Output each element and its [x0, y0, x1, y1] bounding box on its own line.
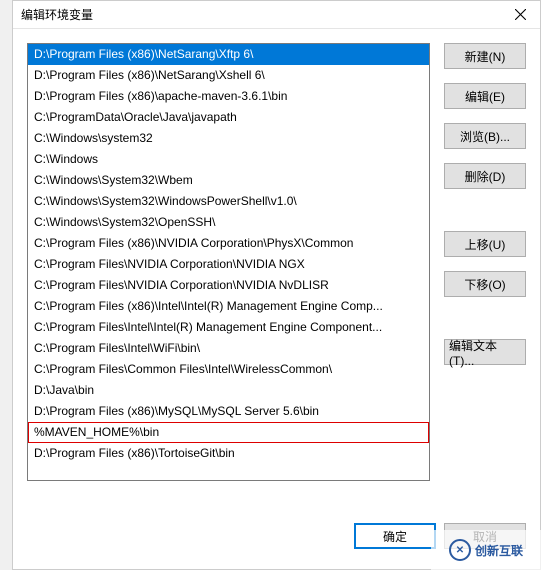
side-buttons: 新建(N) 编辑(E) 浏览(B)... 删除(D) 上移(U) 下移(O) 编… [444, 43, 526, 481]
dialog-footer: 确定 取消 [354, 523, 526, 549]
list-item[interactable]: C:\ProgramData\Oracle\Java\javapath [28, 107, 429, 128]
cancel-button[interactable]: 取消 [444, 523, 526, 549]
list-item[interactable]: C:\Program Files\Intel\WiFi\bin\ [28, 338, 429, 359]
list-item[interactable]: D:\Program Files (x86)\MySQL\MySQL Serve… [28, 401, 429, 422]
list-item[interactable]: C:\Program Files\NVIDIA Corporation\NVID… [28, 254, 429, 275]
list-item[interactable]: C:\Windows [28, 149, 429, 170]
list-item[interactable]: C:\Windows\System32\WindowsPowerShell\v1… [28, 191, 429, 212]
path-listbox[interactable]: D:\Program Files (x86)\NetSarang\Xftp 6\… [27, 43, 430, 481]
list-item[interactable]: C:\Program Files\Intel\Intel(R) Manageme… [28, 317, 429, 338]
list-item[interactable]: C:\Program Files\Common Files\Intel\Wire… [28, 359, 429, 380]
move-down-button[interactable]: 下移(O) [444, 271, 526, 297]
close-button[interactable] [500, 1, 540, 29]
list-item[interactable]: D:\Program Files (x86)\NetSarang\Xshell … [28, 65, 429, 86]
list-item[interactable]: D:\Program Files (x86)\NetSarang\Xftp 6\ [28, 44, 429, 65]
list-item[interactable]: D:\Java\bin [28, 380, 429, 401]
new-button[interactable]: 新建(N) [444, 43, 526, 69]
edit-button[interactable]: 编辑(E) [444, 83, 526, 109]
dialog-content: D:\Program Files (x86)\NetSarang\Xftp 6\… [13, 29, 540, 481]
move-up-button[interactable]: 上移(U) [444, 231, 526, 257]
titlebar: 编辑环境变量 [13, 1, 540, 29]
spacer [444, 203, 526, 217]
list-item[interactable]: C:\Windows\System32\OpenSSH\ [28, 212, 429, 233]
list-item[interactable]: C:\Program Files (x86)\Intel\Intel(R) Ma… [28, 296, 429, 317]
dialog-title: 编辑环境变量 [21, 6, 93, 23]
background-strip [0, 0, 12, 570]
ok-button[interactable]: 确定 [354, 523, 436, 549]
spacer [444, 311, 526, 325]
list-item[interactable]: %MAVEN_HOME%\bin [28, 422, 429, 443]
list-item[interactable]: C:\Program Files (x86)\NVIDIA Corporatio… [28, 233, 429, 254]
list-item[interactable]: C:\Windows\system32 [28, 128, 429, 149]
list-item[interactable]: C:\Program Files\NVIDIA Corporation\NVID… [28, 275, 429, 296]
edit-text-button[interactable]: 编辑文本(T)... [444, 339, 526, 365]
browse-button[interactable]: 浏览(B)... [444, 123, 526, 149]
delete-button[interactable]: 删除(D) [444, 163, 526, 189]
list-item[interactable]: D:\Program Files (x86)\apache-maven-3.6.… [28, 86, 429, 107]
list-item[interactable]: C:\Windows\System32\Wbem [28, 170, 429, 191]
list-item[interactable]: D:\Program Files (x86)\TortoiseGit\bin [28, 443, 429, 464]
edit-env-var-dialog: 编辑环境变量 D:\Program Files (x86)\NetSarang\… [12, 0, 541, 570]
close-icon [515, 9, 526, 20]
